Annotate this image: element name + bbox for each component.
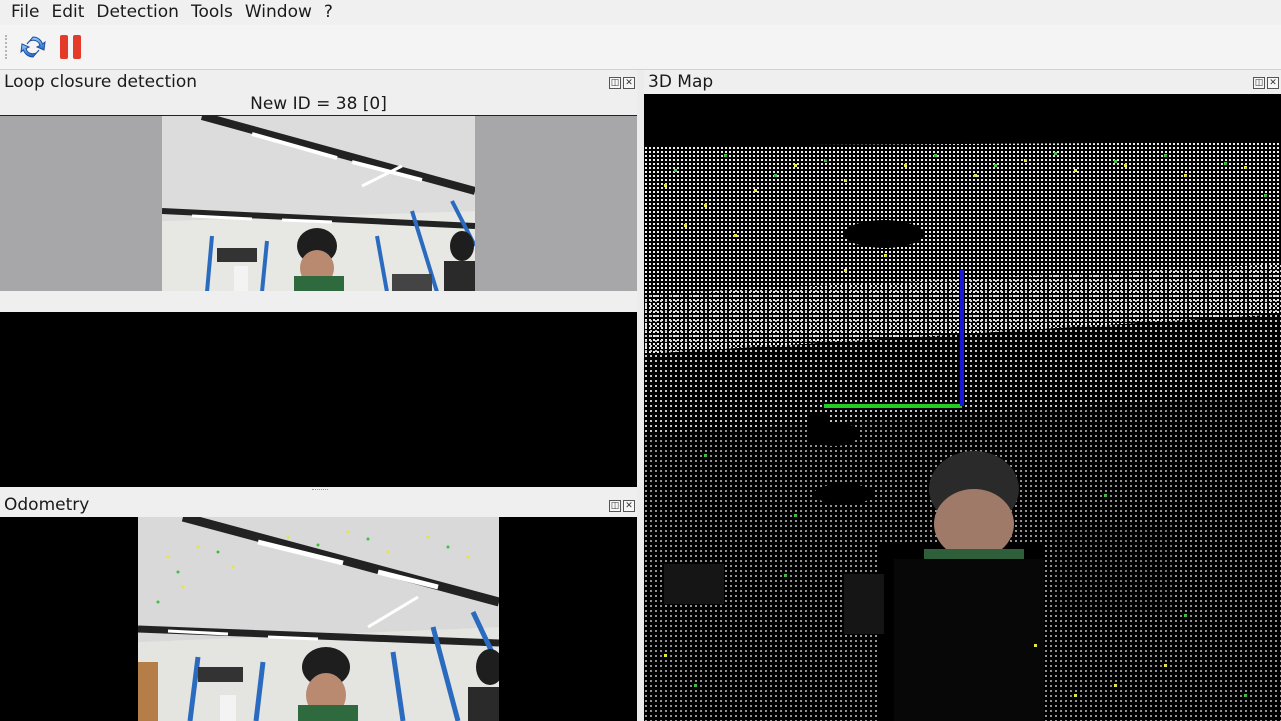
- map3d-dock-title: 3D Map ◫ ✕: [644, 71, 1281, 94]
- pause-button[interactable]: [55, 31, 87, 63]
- float-icon[interactable]: ◫: [1253, 77, 1265, 89]
- float-icon[interactable]: ◫: [609, 500, 621, 512]
- odometry-dock-title: Odometry ◫ ✕: [0, 494, 637, 517]
- toolbar-grip[interactable]: [5, 35, 11, 59]
- refresh-button[interactable]: [17, 31, 49, 63]
- menu-detection[interactable]: Detection: [90, 0, 185, 25]
- menu-file[interactable]: File: [5, 0, 45, 25]
- menu-tools[interactable]: Tools: [185, 0, 239, 25]
- float-icon[interactable]: ◫: [609, 77, 621, 89]
- menu-edit[interactable]: Edit: [45, 0, 90, 25]
- loop-closure-dock-title: Loop closure detection ◫ ✕: [0, 71, 637, 94]
- menu-window[interactable]: Window: [239, 0, 318, 25]
- loop-closure-separator: [0, 291, 637, 312]
- map3d-title: 3D Map: [648, 72, 714, 92]
- refresh-icon: [20, 36, 46, 58]
- point-cloud: [644, 142, 1281, 721]
- loop-closure-title: Loop closure detection: [4, 72, 198, 92]
- odometry-camera-image: [138, 517, 499, 721]
- new-camera-image: [162, 116, 475, 292]
- menu-bar: File Edit Detection Tools Window ?: [0, 0, 1281, 25]
- splitter-handle[interactable]: [312, 489, 328, 492]
- new-id-label: New ID = 38 [0]: [250, 94, 387, 114]
- loop-closure-image-view: [0, 115, 637, 292]
- odometry-view: [0, 517, 637, 721]
- close-icon[interactable]: ✕: [623, 77, 635, 89]
- map3d-view[interactable]: [644, 94, 1281, 721]
- pause-icon: [60, 35, 81, 59]
- vertical-splitter[interactable]: [637, 70, 644, 721]
- menu-help[interactable]: ?: [318, 0, 339, 25]
- close-icon[interactable]: ✕: [623, 500, 635, 512]
- toolbar: [0, 25, 1281, 70]
- close-icon[interactable]: ✕: [1267, 77, 1279, 89]
- loop-closure-match-view: [0, 312, 637, 487]
- odometry-title: Odometry: [4, 495, 90, 515]
